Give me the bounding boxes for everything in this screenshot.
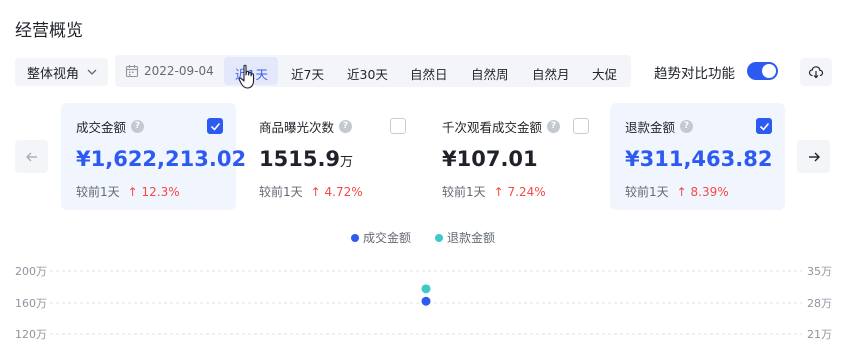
help-icon[interactable]: ? xyxy=(680,120,694,133)
arrow-right-icon xyxy=(808,152,820,161)
check-icon xyxy=(759,122,770,131)
legend-item-gmv[interactable]: 成交金额 xyxy=(351,229,411,246)
next-button[interactable] xyxy=(797,140,830,173)
left-axis-tick: 120万 xyxy=(15,328,47,341)
card-checkbox[interactable] xyxy=(573,118,589,134)
card-compare-label: 较前1天 xyxy=(625,185,669,199)
view-select-label: 整体视角 xyxy=(27,66,80,82)
page-title: 经营概览 xyxy=(15,21,83,41)
card-value-number: 1515.9 xyxy=(259,147,341,171)
card-value: ¥311,463.82 xyxy=(625,147,772,171)
card-delta: ↑ 8.39% xyxy=(676,185,729,199)
card-compare: 较前1天 ↑ 7.24% xyxy=(442,183,546,200)
compare-toggle[interactable] xyxy=(747,62,778,80)
date-value[interactable]: 2022-09-04 xyxy=(144,64,214,78)
card-checkbox[interactable] xyxy=(756,118,772,134)
right-axis-tick: 35万 xyxy=(807,265,832,278)
card-compare-label: 较前1天 xyxy=(259,185,303,199)
tab-30d[interactable]: 近30天 xyxy=(347,64,388,83)
card-delta: ↑ 7.24% xyxy=(493,185,546,199)
card-title: 千次观看成交金额? xyxy=(442,117,561,136)
tab-natural-week[interactable]: 自然周 xyxy=(471,64,509,83)
legend-dot xyxy=(435,233,443,242)
metric-card-refund[interactable]: 退款金额? ¥311,463.82 较前1天 ↑ 8.39% xyxy=(610,103,785,210)
card-compare: 较前1天 ↑ 4.72% xyxy=(259,183,363,200)
card-title: 商品曝光次数? xyxy=(259,117,353,136)
card-delta: ↑ 12.3% xyxy=(127,185,180,199)
legend-label: 成交金额 xyxy=(363,231,412,245)
metric-card-gpm[interactable]: 千次观看成交金额? ¥107.01 较前1天 ↑ 7.24% xyxy=(427,103,602,210)
help-icon[interactable]: ? xyxy=(131,120,145,133)
card-compare-label: 较前1天 xyxy=(76,185,120,199)
card-compare: 较前1天 ↑ 8.39% xyxy=(625,183,729,200)
download-button[interactable] xyxy=(800,58,832,86)
toggle-knob xyxy=(762,64,776,78)
arrow-left-icon xyxy=(25,152,37,161)
tab-natural-day[interactable]: 自然日 xyxy=(410,64,448,83)
tab-promotion[interactable]: 大促 xyxy=(592,64,617,83)
metric-card-exposure[interactable]: 商品曝光次数? 1515.9万 较前1天 ↑ 4.72% xyxy=(244,103,419,210)
card-title-text: 商品曝光次数 xyxy=(259,120,335,135)
hand-cursor-icon xyxy=(238,64,255,89)
right-axis-tick: 21万 xyxy=(807,328,832,341)
card-checkbox[interactable] xyxy=(390,118,406,134)
check-icon xyxy=(210,122,221,131)
card-delta: ↑ 4.72% xyxy=(310,185,363,199)
left-axis-tick: 200万 xyxy=(15,265,47,278)
cloud-download-icon xyxy=(808,66,824,79)
chevron-down-icon xyxy=(87,69,97,75)
card-value-unit: 万 xyxy=(340,155,354,170)
card-title: 退款金额? xyxy=(625,117,694,136)
tab-7d[interactable]: 近7天 xyxy=(291,64,324,83)
tab-natural-month[interactable]: 自然月 xyxy=(532,64,570,83)
refund-point[interactable] xyxy=(421,284,431,294)
metric-card-gmv[interactable]: 成交金额? ¥1,622,213.02 较前1天 ↑ 12.3% xyxy=(61,103,246,210)
card-value-number: ¥107.01 xyxy=(442,147,538,171)
card-title-text: 千次观看成交金额 xyxy=(442,120,543,135)
date-range-bar: 2022-09-04 近1天 近7天 近30天 自然日 自然周 自然月 大促 xyxy=(115,55,631,87)
card-value-number: ¥1,622,213.02 xyxy=(76,147,247,171)
card-value-number: ¥311,463.82 xyxy=(625,147,773,171)
card-title-text: 成交金额 xyxy=(76,120,127,135)
legend-label: 退款金额 xyxy=(447,231,496,245)
card-checkbox[interactable] xyxy=(207,118,223,134)
card-compare: 较前1天 ↑ 12.3% xyxy=(76,183,180,200)
card-title-text: 退款金额 xyxy=(625,120,676,135)
card-value: ¥107.01 xyxy=(442,147,538,171)
legend-item-refund[interactable]: 退款金额 xyxy=(435,229,495,246)
help-icon[interactable]: ? xyxy=(547,120,561,133)
trend-chart: 200万 35万 160万 28万 120万 21万 xyxy=(15,265,832,341)
card-value: 1515.9万 xyxy=(259,147,353,171)
help-icon[interactable]: ? xyxy=(339,120,353,133)
view-select[interactable]: 整体视角 xyxy=(15,58,108,86)
card-compare-label: 较前1天 xyxy=(442,185,486,199)
compare-label: 趋势对比功能 xyxy=(654,66,735,82)
gmv-point[interactable] xyxy=(421,296,431,306)
card-value: ¥1,622,213.02 xyxy=(76,147,246,171)
calendar-icon[interactable] xyxy=(125,64,139,78)
left-axis-tick: 160万 xyxy=(15,297,47,310)
right-axis-tick: 28万 xyxy=(807,297,832,310)
card-title: 成交金额? xyxy=(76,117,145,136)
prev-button[interactable] xyxy=(15,140,48,173)
legend-dot xyxy=(351,233,359,242)
